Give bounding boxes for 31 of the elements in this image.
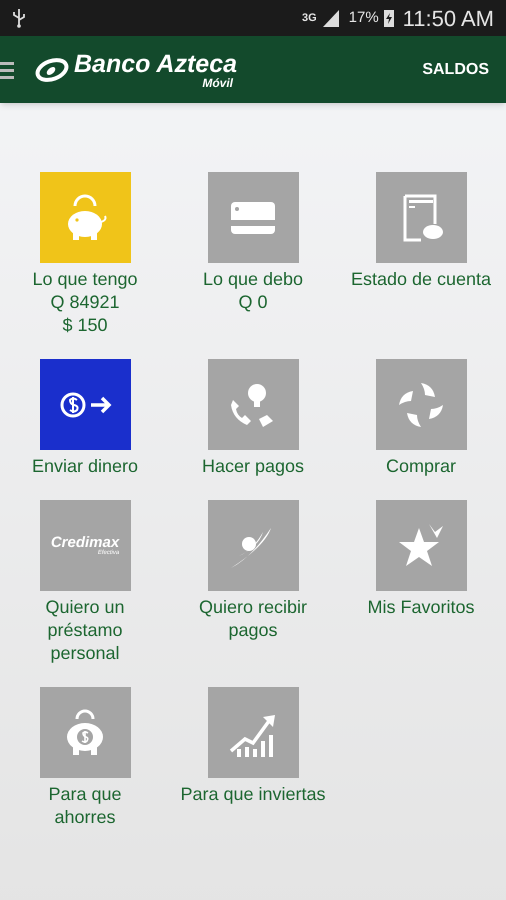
- tile-label: Hacer pagos: [202, 455, 304, 478]
- menu-tile[interactable]: [40, 172, 130, 263]
- tile-label: Lo que debo Q 0: [202, 268, 304, 314]
- menu-tile[interactable]: [40, 687, 130, 778]
- usb-icon: [12, 8, 26, 28]
- tile-label: Quiero recibir pagos: [198, 596, 308, 642]
- menu-tile[interactable]: [376, 500, 466, 591]
- tile-label: Para que ahorres: [48, 783, 122, 829]
- tile-label: Comprar: [386, 455, 456, 478]
- brand-name: Banco Azteca: [74, 50, 238, 76]
- signal-icon: [320, 8, 341, 28]
- tile-label: Enviar dinero: [32, 455, 138, 478]
- tile-label: Para que inviertas: [180, 783, 326, 806]
- battery-percent: 17%: [348, 8, 379, 28]
- menu-tile[interactable]: [208, 359, 298, 450]
- logo-icon: [34, 58, 70, 82]
- menu-tile[interactable]: [208, 172, 298, 263]
- battery-icon: [382, 8, 395, 28]
- menu-tile[interactable]: [40, 359, 130, 450]
- balances-button[interactable]: SALDOS: [422, 58, 489, 82]
- brand-subtitle: Móvil: [202, 76, 234, 88]
- menu-tile[interactable]: [376, 359, 466, 450]
- clock: 11:50 AM: [402, 4, 494, 32]
- tile-label: Lo que tengo Q 84921 $ 150: [32, 268, 138, 337]
- tile-label: Mis Favoritos: [367, 596, 474, 619]
- tile-label: Estado de cuenta: [350, 268, 492, 291]
- network-type: 3G: [302, 10, 317, 26]
- menu-tile[interactable]: [208, 500, 298, 591]
- tile-label: Quiero un préstamo personal: [45, 596, 125, 665]
- menu-tile[interactable]: [208, 687, 298, 778]
- menu-tile[interactable]: [376, 172, 466, 263]
